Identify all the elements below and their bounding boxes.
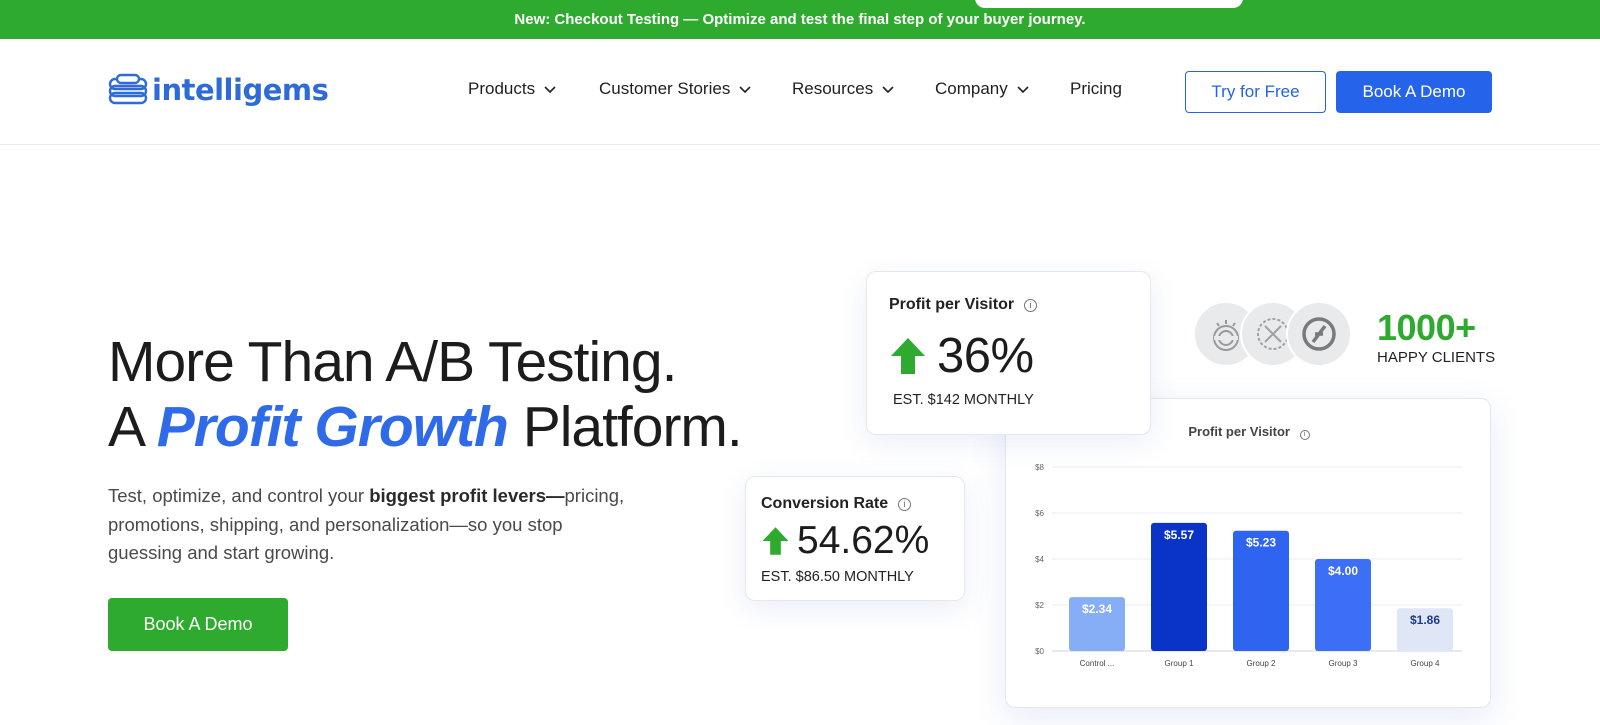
x-tick-label: Group 1 bbox=[1165, 659, 1194, 668]
arrow-up-icon bbox=[891, 338, 925, 374]
conversion-rate-card: Conversion Rate i 54.62% EST. $86.50 MON… bbox=[745, 476, 965, 601]
hero-heading-accent: Profit Growth bbox=[156, 395, 509, 459]
nav-label: Pricing bbox=[1070, 79, 1122, 98]
chevron-down-icon bbox=[739, 86, 751, 94]
book-demo-hero-button[interactable]: Book A Demo bbox=[108, 598, 288, 651]
info-icon[interactable]: i bbox=[1024, 298, 1038, 312]
y-tick-label: $0 bbox=[1035, 647, 1044, 656]
conversion-value: 54.62% bbox=[797, 519, 930, 562]
logo-text: intelligems bbox=[152, 73, 329, 107]
profit-estimate: EST. $142 MONTHLY bbox=[893, 392, 1034, 408]
hero-subtitle: Test, optimize, and control your biggest… bbox=[108, 482, 628, 568]
profit-per-visitor-card: Profit per Visitor i 36% EST. $142 MONTH… bbox=[866, 271, 1151, 435]
clients-count: 1000+ bbox=[1377, 307, 1476, 348]
nav-label: Company bbox=[935, 79, 1008, 98]
x-tick-label: Group 3 bbox=[1329, 659, 1358, 668]
bar-chart: $0 $2 $4 $6 $8 $2.34 Control ... $5.57 Group 1 $5… bbox=[1035, 463, 1462, 668]
conversion-card-title: Conversion Rate i bbox=[761, 495, 912, 513]
banner-overlay-pill bbox=[975, 0, 1243, 8]
announcement-banner[interactable]: New: Checkout Testing — Optimize and tes… bbox=[0, 0, 1600, 39]
y-tick-label: $6 bbox=[1035, 509, 1044, 518]
chevron-down-icon bbox=[882, 86, 894, 94]
profit-value-row: 36% bbox=[889, 328, 1034, 384]
nav-pricing[interactable]: Pricing bbox=[1070, 79, 1122, 99]
subtitle-bold: biggest profit levers— bbox=[369, 485, 565, 506]
chevron-down-icon bbox=[544, 86, 556, 94]
bar-value-label: $2.34 bbox=[1082, 602, 1112, 616]
bar-value-label: $5.57 bbox=[1164, 528, 1194, 542]
logo-icon bbox=[108, 73, 148, 105]
conversion-card-title-text: Conversion Rate bbox=[761, 495, 889, 512]
profit-value: 36% bbox=[937, 329, 1034, 383]
nav-company[interactable]: Company bbox=[935, 79, 1030, 99]
bar[interactable] bbox=[1151, 522, 1207, 651]
client-logo-leaf-icon bbox=[1286, 301, 1352, 367]
hero-heading-suffix: Platform. bbox=[507, 395, 743, 459]
hero-heading-line1: More Than A/B Testing. bbox=[108, 330, 677, 394]
bar-value-label: $4.00 bbox=[1328, 564, 1358, 578]
nav-resources[interactable]: Resources bbox=[792, 79, 895, 99]
bar-value-label: $1.86 bbox=[1410, 613, 1440, 627]
nav-label: Customer Stories bbox=[599, 79, 731, 98]
conversion-value-row: 54.62% bbox=[761, 519, 929, 563]
profit-chart-card: Profit per Visitor i $0 $2 $4 $6 $8 $2.34 Cont… bbox=[1005, 398, 1491, 708]
hero-heading-prefix: A bbox=[108, 395, 157, 459]
book-demo-header-button[interactable]: Book A Demo bbox=[1336, 71, 1492, 113]
info-icon[interactable]: i bbox=[898, 497, 912, 511]
y-tick-label: $2 bbox=[1035, 601, 1044, 610]
try-for-free-button[interactable]: Try for Free bbox=[1185, 71, 1326, 113]
logo[interactable]: intelligems bbox=[108, 73, 329, 107]
arrow-up-icon bbox=[762, 527, 789, 555]
y-tick-label: $4 bbox=[1035, 555, 1044, 564]
profit-card-title-text: Profit per Visitor bbox=[889, 296, 1015, 313]
x-tick-label: Group 4 bbox=[1411, 659, 1440, 668]
x-tick-label: Control ... bbox=[1080, 659, 1115, 668]
conversion-estimate: EST. $86.50 MONTHLY bbox=[761, 569, 914, 585]
nav-products[interactable]: Products bbox=[468, 79, 557, 99]
site-header: intelligems Products Customer Stories Re… bbox=[0, 39, 1600, 145]
nav-label: Products bbox=[468, 79, 536, 98]
nav-label: Resources bbox=[792, 79, 874, 98]
nav-customer-stories[interactable]: Customer Stories bbox=[599, 79, 752, 99]
hero-heading: More Than A/B Testing. A Profit Growth P… bbox=[108, 330, 743, 460]
subtitle-text: Test, optimize, and control your bbox=[108, 485, 370, 506]
hero-heading-line2: A Profit Growth Platform. bbox=[108, 395, 743, 460]
clients-label: HAPPY CLIENTS bbox=[1377, 349, 1496, 366]
chevron-down-icon bbox=[1017, 86, 1029, 94]
y-tick-label: $8 bbox=[1035, 463, 1044, 472]
x-tick-label: Group 2 bbox=[1247, 659, 1276, 668]
bar-value-label: $5.23 bbox=[1246, 536, 1276, 550]
banner-text: New: Checkout Testing — Optimize and tes… bbox=[514, 11, 1086, 28]
profit-card-title: Profit per Visitor i bbox=[889, 296, 1038, 314]
